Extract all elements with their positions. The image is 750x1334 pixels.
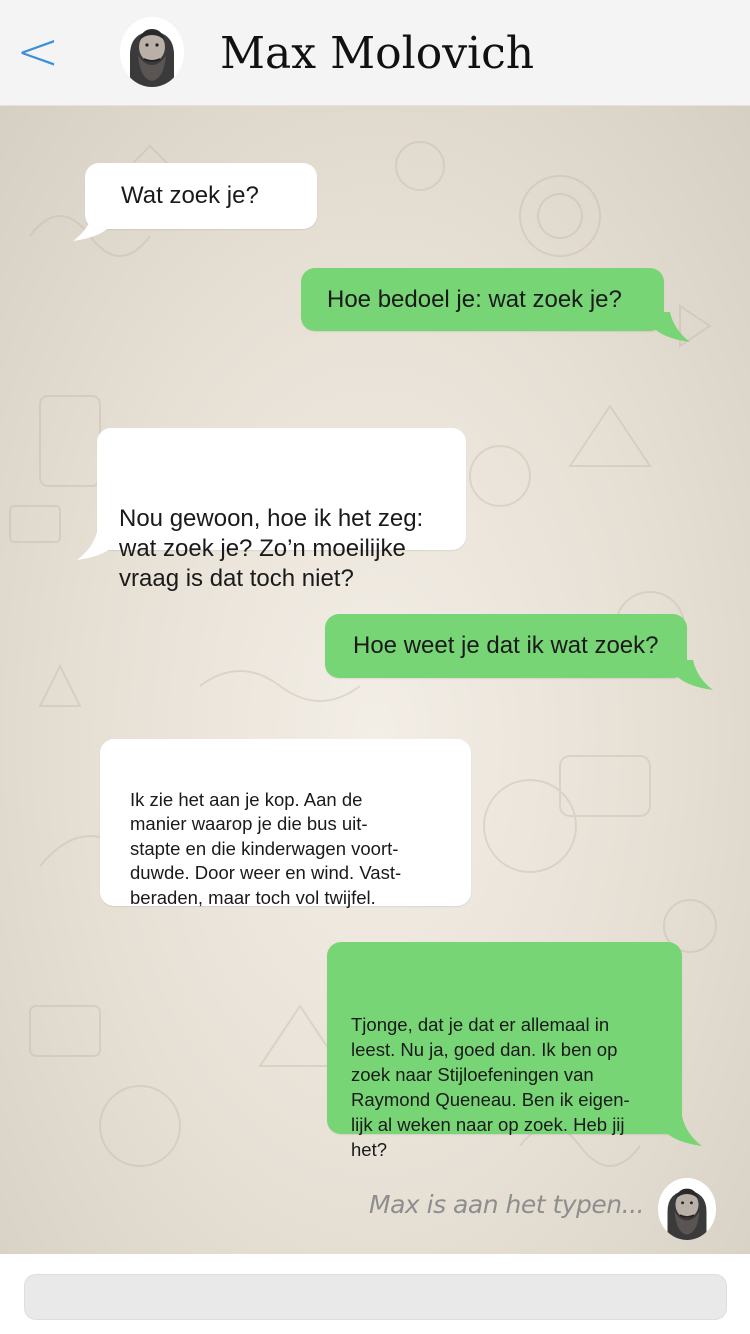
- message-text: Wat zoek je?: [121, 182, 259, 209]
- bubble-tail: [77, 532, 117, 560]
- chat-header: < Max Molovich: [0, 0, 750, 106]
- typing-indicator: Max is aan het typen...: [369, 1190, 645, 1219]
- message-input[interactable]: [24, 1274, 727, 1320]
- message-incoming[interactable]: Nou gewoon, hoe ik het zeg: wat zoek je?…: [77, 428, 466, 592]
- message-outgoing[interactable]: Hoe bedoel je: wat zoek je?: [301, 268, 690, 342]
- avatar-image: [120, 17, 184, 87]
- message-text: Nou gewoon, hoe ik het zeg: wat zoek je?…: [119, 505, 424, 592]
- message-text: Hoe bedoel je: wat zoek je?: [327, 286, 622, 313]
- message-text: Ik zie het aan je kop. Aan de manier waa…: [130, 788, 402, 908]
- message-outgoing[interactable]: Hoe weet je dat ik wat zoek?: [325, 614, 713, 690]
- contact-avatar[interactable]: [120, 17, 184, 87]
- avatar-image: [658, 1178, 716, 1240]
- bubble-tail: [673, 660, 713, 690]
- contact-name: Max Molovich: [220, 28, 535, 79]
- bubble-tail: [73, 213, 113, 241]
- message-composer: [0, 1254, 750, 1334]
- chat-area[interactable]: Wat zoek je? Hoe bedoel je: wat zoek je?…: [0, 106, 750, 1254]
- message-text: Tjonge, dat je dat er allemaal in leest.…: [351, 1014, 630, 1160]
- message-incoming[interactable]: Ik zie het aan je kop. Aan de manier waa…: [100, 739, 471, 908]
- bubble-tail: [650, 312, 690, 342]
- message-outgoing[interactable]: Tjonge, dat je dat er allemaal in leest.…: [327, 942, 702, 1160]
- back-button[interactable]: <: [16, 22, 66, 82]
- message-incoming[interactable]: Wat zoek je?: [73, 163, 317, 241]
- typing-avatar[interactable]: [658, 1178, 716, 1240]
- message-text: Hoe weet je dat ik wat zoek?: [353, 632, 659, 659]
- bubble-tail: [662, 1116, 702, 1146]
